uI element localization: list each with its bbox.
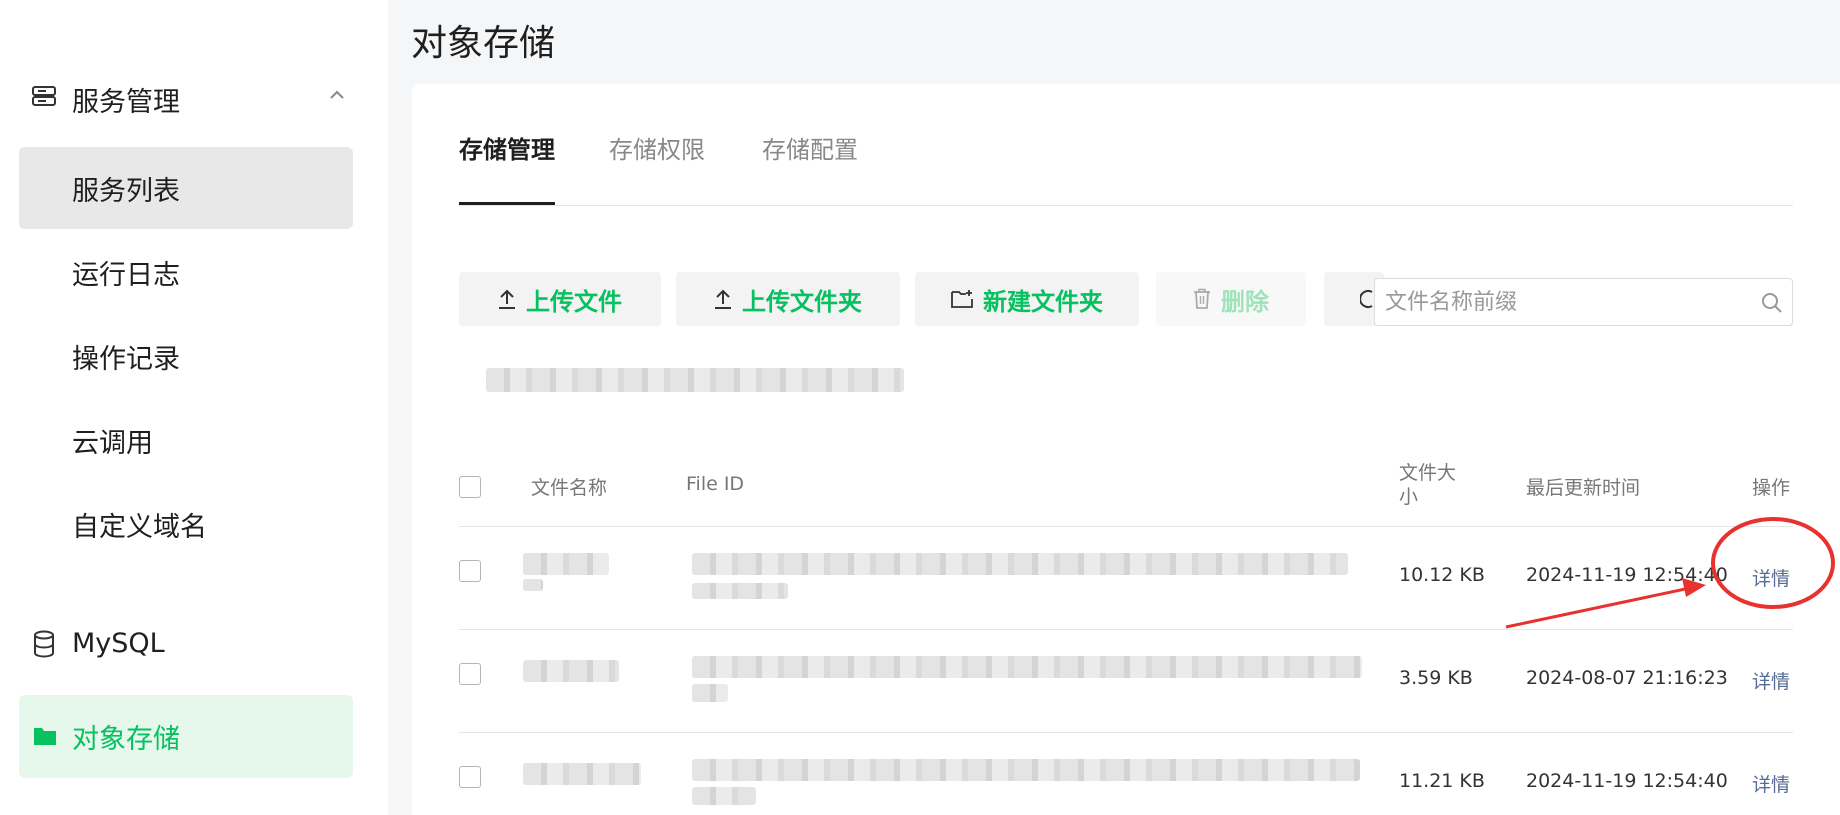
sidebar-item-label: MySQL [72,628,165,659]
sidebar-item-label: 服务列表 [72,176,180,207]
sidebar-item-operation-records[interactable]: 操作记录 [19,315,353,397]
details-link[interactable]: 详情 [1752,564,1790,591]
upload-folder-button[interactable]: 上传文件夹 [676,272,900,326]
sidebar-item-label: 云调用 [72,428,153,459]
sidebar-item-object-storage[interactable]: 对象存储 [19,695,353,778]
redacted-file-id [692,656,1362,678]
row-checkbox[interactable] [459,766,481,788]
redacted-file-id [692,583,788,599]
database-icon [34,630,54,658]
refresh-icon [1360,290,1373,308]
sidebar-item-run-logs[interactable]: 运行日志 [19,231,353,313]
row-checkbox[interactable] [459,663,481,685]
redacted-path [486,368,904,392]
column-header-updated: 最后更新时间 [1526,477,1641,499]
redacted-file-name [523,660,619,682]
sidebar-item-label: 自定义域名 [72,512,207,543]
search-input[interactable] [1385,287,1735,317]
redacted-file-name [523,763,641,785]
sidebar-item-mysql[interactable]: MySQL [0,618,388,670]
redacted-file-id [692,787,756,805]
details-link[interactable]: 详情 [1752,770,1790,797]
tab-bar: 存储管理 存储权限 存储配置 [459,84,1793,206]
redacted-file-name [523,553,609,575]
sidebar-item-custom-domain[interactable]: 自定义域名 [19,483,353,565]
folder-plus-icon [951,290,973,308]
table-header: 文件名称 File ID 文件大小 最后更新时间 操作 [459,439,1793,527]
delete-button[interactable]: 删除 [1156,272,1306,326]
trash-icon [1194,288,1210,309]
tab-storage-permissions[interactable]: 存储权限 [609,130,705,165]
table-row: 10.12 KB 2024-11-19 12:54:40 详情 [459,527,1793,630]
page-title: 对象存储 [411,23,556,64]
sidebar: 服务管理 服务列表 运行日志 操作记录 云调用 自定义域名 MySQL 对象存储 [0,0,388,815]
service-management-group[interactable]: 服务管理 [0,70,388,122]
sidebar-item-service-list[interactable]: 服务列表 [19,147,353,229]
sidebar-item-label: 对象存储 [72,724,180,755]
redacted-file-id [692,759,1360,781]
column-header-file-id: File ID [686,473,745,495]
sidebar-item-label: 运行日志 [72,260,180,291]
search-icon[interactable] [1760,291,1784,315]
server-icon [32,86,56,106]
file-size: 10.12 KB [1399,564,1485,586]
tab-storage-management[interactable]: 存储管理 [459,130,555,165]
redacted-file-id [692,553,1348,575]
new-folder-button[interactable]: 新建文件夹 [915,272,1139,326]
sidebar-item-cloud-call[interactable]: 云调用 [19,399,353,481]
delete-label: 删除 [1221,287,1269,316]
upload-file-button[interactable]: 上传文件 [459,272,661,326]
new-folder-label: 新建文件夹 [983,287,1103,316]
sidebar-item-label: 操作记录 [72,344,180,375]
redacted-file-name [523,579,543,591]
table-row: 3.59 KB 2024-08-07 21:16:23 详情 [459,630,1793,733]
file-size: 11.21 KB [1399,770,1485,792]
upload-icon [499,289,515,309]
updated-time: 2024-11-19 12:54:40 [1526,564,1728,586]
details-link[interactable]: 详情 [1752,667,1790,694]
row-checkbox[interactable] [459,560,481,582]
service-management-label: 服务管理 [72,87,180,118]
file-size: 3.59 KB [1399,667,1473,689]
upload-icon [715,289,731,309]
table-row: 11.21 KB 2024-11-19 12:54:40 详情 [459,733,1793,815]
tab-storage-config[interactable]: 存储配置 [762,130,858,165]
select-all-checkbox[interactable] [459,476,481,498]
column-header-actions: 操作 [1752,477,1791,499]
upload-file-label: 上传文件 [526,287,622,316]
chevron-up-icon[interactable] [326,84,348,106]
redacted-file-id [692,684,728,702]
column-header-name: 文件名称 [531,477,608,499]
search-box [1374,278,1793,326]
upload-folder-label: 上传文件夹 [742,287,862,316]
active-tab-indicator [459,202,555,205]
column-header-size: 文件大小 [1399,462,1457,508]
storage-card: 存储管理 存储权限 存储配置 上传文件 上传文件夹 新建文件夹 删除 文件名称前… [412,84,1840,815]
updated-time: 2024-08-07 21:16:23 [1526,667,1728,689]
folder-icon [34,728,56,745]
updated-time: 2024-11-19 12:54:40 [1526,770,1728,792]
